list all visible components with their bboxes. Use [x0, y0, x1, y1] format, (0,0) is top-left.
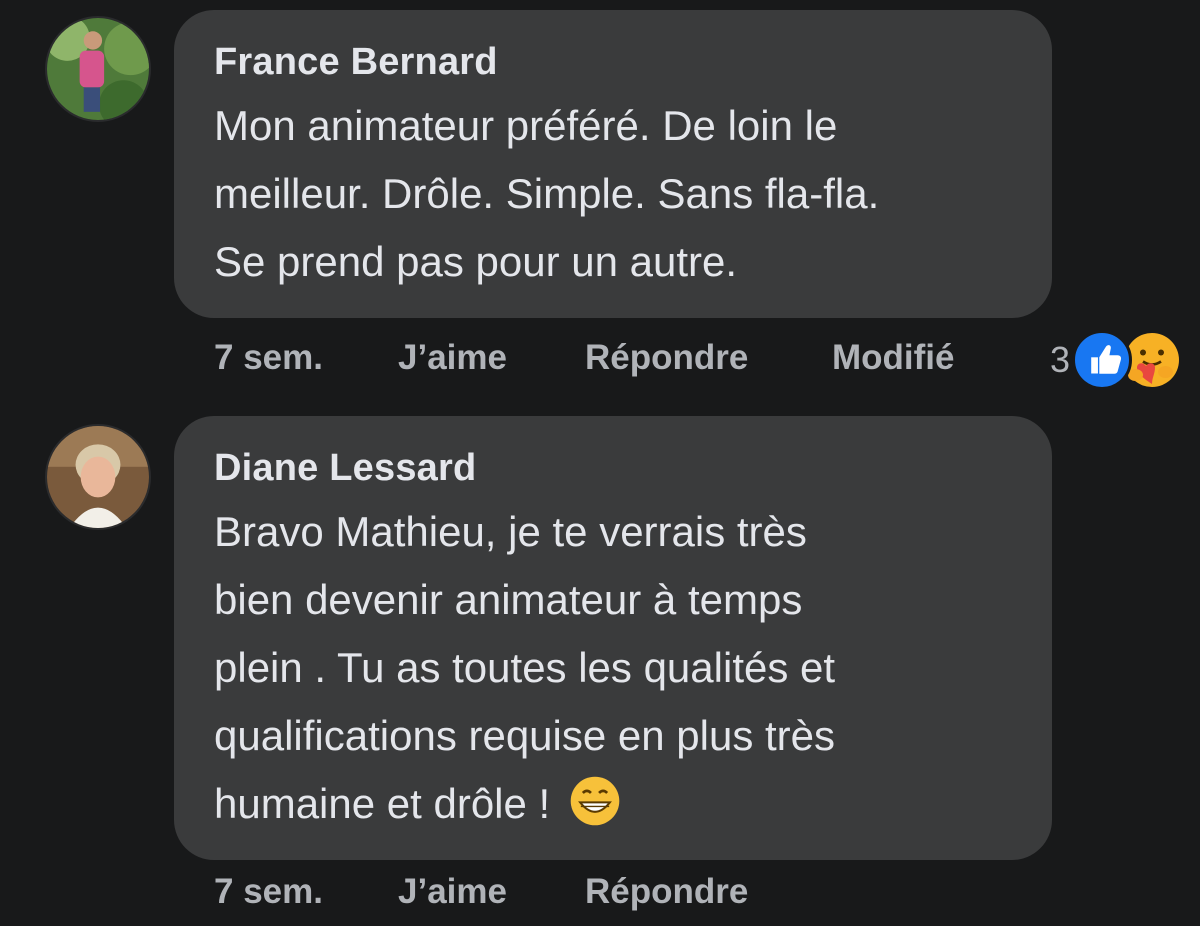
comment-text-line: qualifications requise en plus très	[214, 712, 836, 759]
comment-text-line: meilleur. Drôle. Simple. Sans fla-fla.	[214, 170, 880, 217]
comment-actions: 7 sem. J’aime Répondre Modifié	[214, 338, 954, 378]
profile-photo-icon	[47, 18, 149, 120]
reply-button[interactable]: Répondre	[585, 338, 832, 378]
comment-text-line: Se prend pas pour un autre.	[214, 238, 738, 285]
comment-text-line: Mon animateur préféré. De loin le	[214, 102, 838, 149]
reaction-count: 3	[1050, 339, 1071, 380]
reply-button[interactable]: Répondre	[585, 872, 748, 912]
comment-author[interactable]: Diane Lessard	[214, 446, 1012, 490]
comment-timestamp[interactable]: 7 sem.	[214, 338, 398, 378]
avatar[interactable]	[45, 16, 151, 122]
profile-photo-icon	[47, 426, 149, 528]
avatar[interactable]	[45, 424, 151, 530]
grinning-face-icon	[570, 776, 620, 826]
comment-bubble: Diane Lessard Bravo Mathieu, je te verra…	[174, 416, 1052, 860]
reaction-summary[interactable]: 3	[1050, 328, 1182, 392]
comment-timestamp[interactable]: 7 sem.	[214, 872, 398, 912]
comment-text-line: bien devenir animateur à temps	[214, 576, 803, 623]
comment-author[interactable]: France Bernard	[214, 40, 1012, 84]
comment-text-line: plein . Tu as toutes les qualités et	[214, 644, 836, 691]
like-button[interactable]: J’aime	[398, 872, 585, 912]
edited-label: Modifié	[832, 338, 955, 377]
comment-text-line: Bravo Mathieu, je te verrais très	[214, 508, 807, 555]
comment-text-line: humaine et drôle !	[214, 780, 562, 827]
comment-text: Mon animateur préféré. De loin le meilleu…	[214, 92, 1012, 296]
comment-actions: 7 sem. J’aime Répondre	[214, 872, 748, 912]
like-icon	[1072, 330, 1133, 390]
comment-bubble: France Bernard Mon animateur préféré. De…	[174, 10, 1052, 318]
comment-text: Bravo Mathieu, je te verrais très bien de…	[214, 498, 1012, 838]
like-button[interactable]: J’aime	[398, 338, 585, 378]
